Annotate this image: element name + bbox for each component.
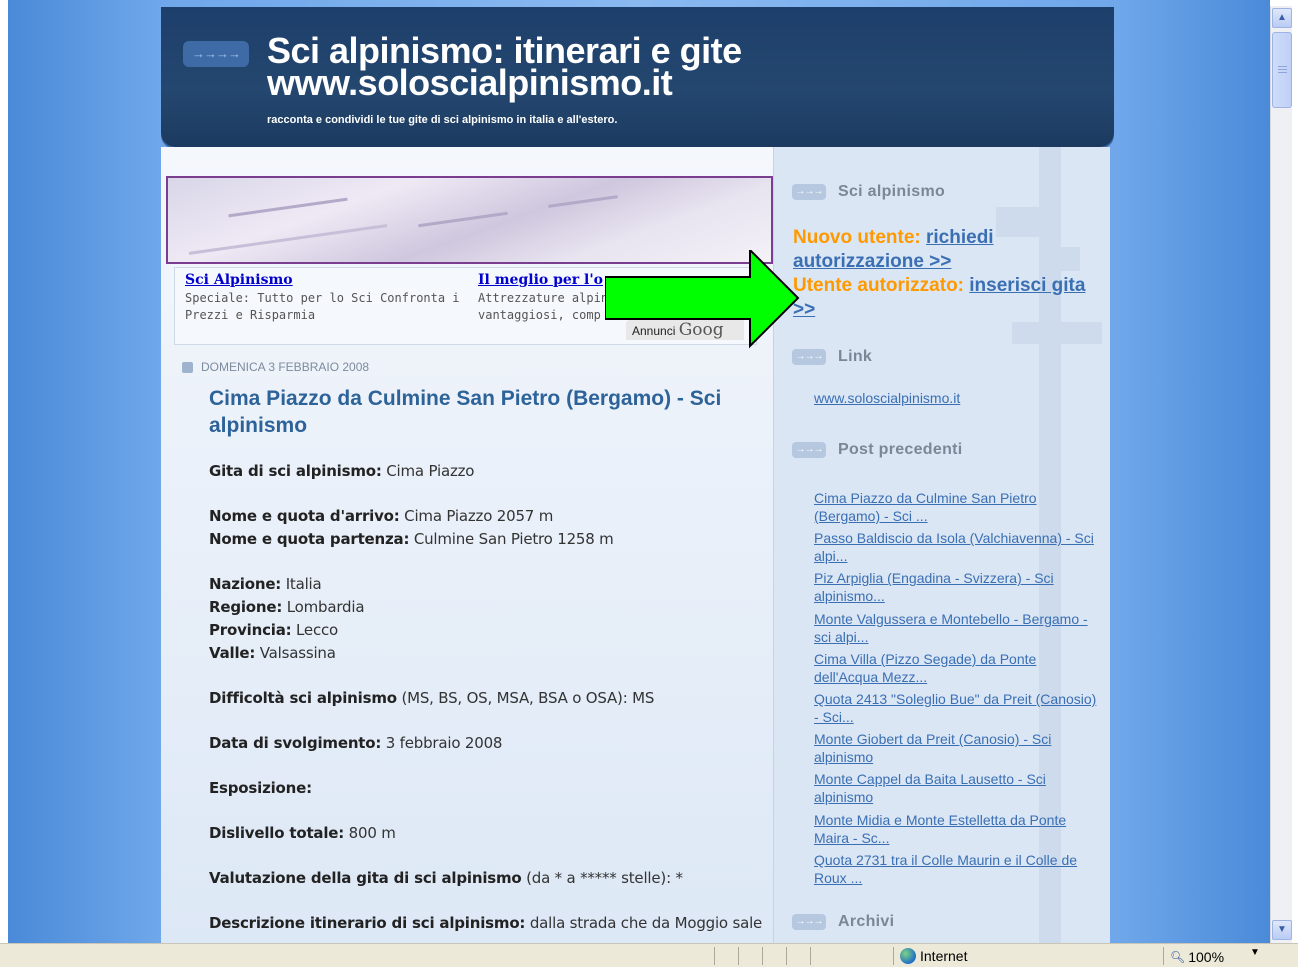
blog-page: →→→→ Sci alpinismo: itinerari e gite www… [161,7,1114,943]
field-value: (MS, BS, OS, MSA, BSA o OSA): MS [401,689,655,707]
field-label: Dislivello totale: [209,824,345,842]
blog-header: →→→→ Sci alpinismo: itinerari e gite www… [161,7,1114,147]
field-value: Lombardia [286,598,365,616]
link-soloscialpinismo[interactable]: www.soloscialpinismo.it [814,390,960,406]
ad-title-link[interactable]: Sci Alpinismo [185,272,460,288]
field-value: (da * a ***** stelle): * [526,869,683,887]
previous-post-link[interactable]: Monte Midia e Monte Estelletta da Ponte … [814,811,1104,851]
bullet-icon [182,361,193,373]
vertical-scrollbar[interactable]: ▲ ▼ [1270,6,1292,943]
field-label: Valle: [209,644,256,662]
arrow-icon: →→→ [792,184,826,200]
blog-title-line2[interactable]: www.soloscialpinismo.it [267,65,742,101]
field-label: Valutazione della gita di sci alpinismo [209,869,522,887]
ad-text-line: Prezzi e Risparmia [185,308,316,322]
previous-post-link[interactable]: Cima Villa (Pizzo Segade) da Ponte dell'… [814,650,1104,690]
sidebar: →→→ Sci alpinismo Nuovo utente: richiedi… [773,147,1110,943]
ad-item: Il meglio per l'o Attrezzature alpini va… [478,272,615,324]
field-value: Valsassina [259,644,336,662]
zone-label: Internet [920,948,968,964]
ad-text-line: vantaggiosi, comp [478,308,601,322]
sidebar-heading: →→→ Archivi [792,913,894,931]
scroll-down-icon[interactable]: ▼ [1272,920,1292,940]
previous-post-link[interactable]: Passo Baldiscio da Isola (Valchiavenna) … [814,529,1104,569]
user-auth-links: Nuovo utente: richiedi autorizzazione >>… [793,226,1093,322]
field-value: 3 febbraio 2008 [385,734,503,752]
post-date-header: DOMENICA 3 FEBBRAIO 2008 [182,360,369,374]
previous-post-link[interactable]: Monte Cappel da Baita Lausetto - Sci alp… [814,770,1104,810]
field-label: Provincia: [209,621,292,639]
zoom-dropdown-icon[interactable]: ▼ [1250,947,1260,958]
field-label: Esposizione: [209,779,312,797]
scroll-thumb[interactable] [1272,32,1292,108]
field-value: 800 m [348,824,396,842]
post-body: Gita di sci alpinismo: Cima Piazzo Nome … [209,460,769,935]
blog-title[interactable]: Sci alpinismo: itinerari e gite www.solo… [267,33,742,101]
sidebar-heading: →→→ Post precedenti [792,441,963,459]
sidebar-heading: →→→ Sci alpinismo [792,183,945,201]
nuovo-utente-label: Nuovo utente: [793,227,921,248]
field-label: Nome e quota d'arrivo: [209,507,400,525]
ad-text-line: Speciale: Tutto per lo Sci Confronta i [185,291,460,305]
field-label: Data di svolgimento: [209,734,382,752]
arrow-icon: →→→ [792,914,826,930]
previous-post-link[interactable]: Monte Valgussera e Montebello - Bergamo … [814,610,1104,650]
arrow-icon: →→→ [792,442,826,458]
sidebar-heading: →→→ Link [792,348,872,366]
security-zone[interactable]: Internet [900,948,967,964]
previous-post-link[interactable]: Monte Giobert da Preit (Canosio) - Sci a… [814,730,1104,770]
globe-icon [900,948,916,964]
field-label: Nome e quota partenza: [209,530,410,548]
ad-item: Sci Alpinismo Speciale: Tutto per lo Sci… [185,272,460,324]
previous-post-link[interactable]: Piz Arpiglia (Engadina - Svizzera) - Sci… [814,569,1104,609]
status-bar: Internet 🔍︎ 100% ▼ [0,943,1298,967]
zoom-control[interactable]: 🔍︎ 100% [1170,949,1224,965]
scroll-up-icon[interactable]: ▲ [1272,8,1292,28]
field-label: Descrizione itinerario di sci alpinismo: [209,914,526,932]
ad-text-line: Attrezzature alpini [478,291,616,305]
field-value: dalla strada che da Moggio sale [529,914,763,932]
blog-description: racconta e condividi le tue gite di sci … [267,114,618,126]
previous-post-link[interactable]: Quota 2413 "Soleglio Bue" da Preit (Cano… [814,690,1104,730]
field-value: Italia [285,575,322,593]
arrow-icon: →→→ [792,349,826,365]
green-annotation-arrow-icon [605,250,800,349]
field-value: Lecco [296,621,339,639]
header-arrow-icon: →→→→ [183,41,249,67]
sidebar-heading-text: Archivi [838,913,895,930]
magnifier-icon: 🔍︎ [1170,950,1186,964]
field-label: Difficoltà sci alpinismo [209,689,397,707]
post-date: DOMENICA 3 FEBBRAIO 2008 [201,360,370,374]
field-label: Nazione: [209,575,282,593]
field-value: Cima Piazzo 2057 m [404,507,554,525]
field-value: Cima Piazzo [386,462,475,480]
browser-viewport: →→→→ Sci alpinismo: itinerari e gite www… [8,0,1270,943]
previous-posts-list: Cima Piazzo da Culmine San Pietro (Berga… [814,489,1104,891]
previous-post-link[interactable]: Quota 2731 tra il Colle Maurin e il Coll… [814,851,1104,891]
field-label: Regione: [209,598,283,616]
previous-post-link[interactable]: Cima Piazzo da Culmine San Pietro (Berga… [814,489,1104,529]
utente-autorizzato-label: Utente autorizzato: [793,275,964,296]
ad-title-link[interactable]: Il meglio per l'o [478,272,615,288]
post-title[interactable]: Cima Piazzo da Culmine San Pietro (Berga… [209,385,749,439]
sidebar-heading-text: Sci alpinismo [838,183,946,200]
field-label: Gita di sci alpinismo: [209,462,382,480]
zoom-level: 100% [1188,949,1225,965]
sidebar-heading-text: Post precedenti [838,441,963,458]
sidebar-heading-text: Link [838,348,873,365]
field-value: Culmine San Pietro 1258 m [413,530,614,548]
